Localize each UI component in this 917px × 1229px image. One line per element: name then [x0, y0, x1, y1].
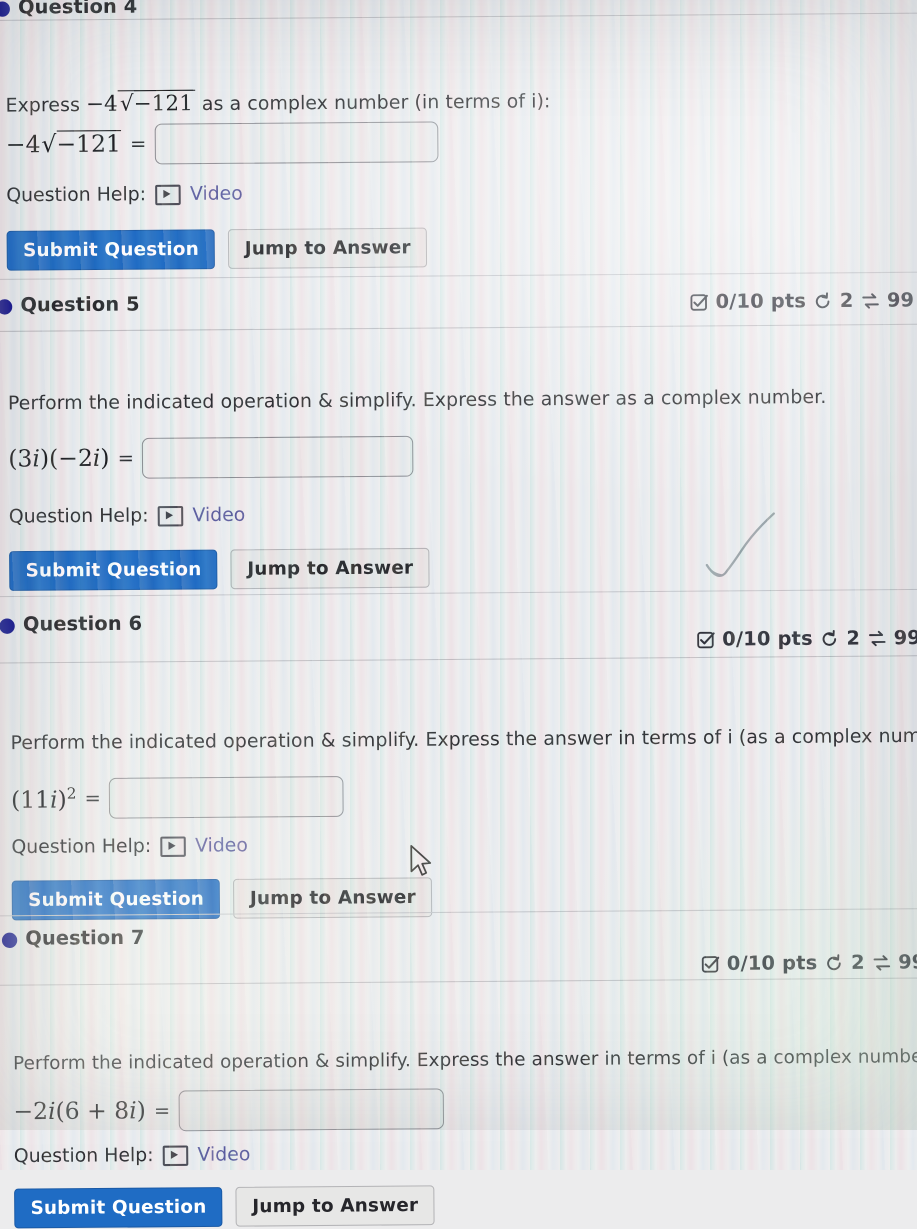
swap-arrows-icon [868, 630, 886, 646]
question-5-retries: 99 [886, 289, 914, 312]
video-play-icon[interactable] [162, 1144, 189, 1166]
question-7-equals: = [153, 1099, 171, 1123]
checkbox-check-icon [689, 293, 708, 311]
question-bullet-icon [0, 618, 15, 634]
question-4-video-link[interactable]: Video [190, 183, 243, 205]
question-block-4: Question 4 Express −4√−121 as a complex … [0, 0, 917, 273]
mouse-cursor-arrow [410, 845, 432, 876]
question-4-submit-button[interactable]: Submit Question [6, 229, 216, 271]
question-7-button-row: Submit Question Jump to Answer [14, 1185, 435, 1229]
question-5-equation-row: (3i)(−2i) = [8, 435, 414, 480]
question-6-status-badge: 0/10 pts 2 99 [696, 626, 917, 651]
question-5-status-badge: 0/10 pts 2 99 [689, 289, 917, 313]
question-4-equation-row: −4√−121 = [5, 121, 439, 165]
question-7-attempts: 2 [850, 951, 865, 975]
question-7-status-badge: 0/10 pts 2 99 [700, 951, 917, 975]
question-4-expression: −4√−121 [5, 130, 121, 159]
question-7-answer-input[interactable] [178, 1088, 444, 1132]
question-7-help-label: Question Help: [13, 1144, 154, 1168]
question-6-header: Question 6 0/10 pts 2 99 [0, 602, 917, 651]
question-5-header: Question 5 0/10 pts 2 99 [0, 283, 917, 329]
question-7-equation-row: −2i(6 + 8i) = [13, 1088, 444, 1132]
checkbox-check-icon [701, 955, 719, 973]
swap-arrows-icon [873, 954, 890, 971]
swap-arrows-icon [861, 292, 879, 309]
question-5-jump-button[interactable]: Jump to Answer [230, 547, 430, 590]
question-7-header: Question 7 0/10 pts 2 99 [0, 916, 917, 975]
question-6-answer-input[interactable] [108, 776, 344, 819]
question-5-help-label: Question Help: [8, 505, 149, 528]
question-separator-4-5 [0, 271, 917, 281]
circular-arrow-icon [827, 953, 842, 970]
question-6-help-row: Question Help: Video [11, 835, 248, 858]
question-5-prompt: Perform the indicated operation & simpli… [7, 386, 827, 415]
question-4-inline-math: −4√−121 [86, 89, 202, 116]
question-5-points: 0/10 pts [715, 289, 807, 314]
question-bullet-icon [1, 932, 18, 949]
question-6-equals: = [84, 787, 101, 810]
question-6-points: 0/10 pts [722, 627, 813, 651]
video-play-icon[interactable] [160, 835, 186, 857]
question-7-expression: −2i(6 + 8i) [13, 1097, 146, 1126]
question-5-help-row: Question Help: Video [9, 504, 246, 527]
question-6-title: Question 6 [22, 612, 143, 636]
circular-arrow-icon [822, 629, 837, 646]
handwritten-pen-mark [705, 512, 775, 577]
question-7-jump-button[interactable]: Jump to Answer [235, 1185, 435, 1227]
question-6-prompt: Perform the indicated operation & simpli… [10, 725, 917, 755]
question-5-equals: = [117, 447, 134, 470]
question-4-help-label: Question Help: [6, 183, 147, 207]
assignment-page: Question 4 Express −4√−121 as a complex … [0, 0, 917, 1229]
question-7-header-rule [0, 977, 917, 986]
question-block-6: Question 6 0/10 pts 2 99 Perform the ind… [0, 602, 917, 921]
question-5-video-link[interactable]: Video [192, 504, 245, 526]
question-4-help-row: Question Help: Video [6, 183, 243, 206]
question-5-attempts: 2 [839, 289, 854, 313]
question-bullet-icon [0, 299, 13, 315]
question-5-submit-button[interactable]: Submit Question [9, 549, 218, 591]
question-7-title: Question 7 [25, 926, 145, 950]
question-6-video-link[interactable]: Video [195, 835, 248, 857]
question-7-retries: 99 [898, 950, 917, 974]
question-5-answer-input[interactable] [141, 435, 414, 479]
question-4-prompt: Express −4√−121 as a complex number (in … [5, 88, 551, 119]
question-bullet-icon [0, 1, 10, 17]
video-play-icon[interactable] [155, 184, 181, 205]
question-4-answer-input[interactable] [154, 121, 439, 165]
question-7-help-row: Question Help: Video [14, 1144, 251, 1167]
circular-arrow-icon [816, 291, 830, 308]
question-5-title: Question 5 [20, 293, 140, 317]
question-4-button-row: Submit Question Jump to Answer [6, 227, 428, 271]
question-4-jump-button[interactable]: Jump to Answer [228, 227, 428, 269]
question-5-expression: (3i)(−2i) [8, 445, 110, 473]
question-block-7: Question 7 0/10 pts 2 99 Perform the ind… [0, 916, 917, 1229]
question-6-help-label: Question Help: [11, 835, 152, 859]
question-5-button-row: Submit Question Jump to Answer [9, 547, 430, 591]
question-6-equation-row: (11i)2 = [11, 776, 344, 819]
question-6-retries: 99 [893, 626, 917, 650]
checkbox-check-icon [696, 631, 715, 648]
question-6-header-rule [0, 655, 917, 664]
question-6-attempts: 2 [846, 627, 861, 650]
question-7-submit-button[interactable]: Submit Question [14, 1187, 223, 1229]
question-7-points: 0/10 pts [726, 951, 818, 975]
question-4-prompt-lead: Express [5, 94, 81, 117]
video-play-icon[interactable] [157, 505, 184, 527]
question-4-prompt-tail: as a complex number (in terms of i): [201, 90, 551, 116]
question-7-video-link[interactable]: Video [197, 1144, 250, 1166]
question-4-title: Question 4 [17, 0, 138, 19]
question-7-prompt: Perform the indicated operation & simpli… [13, 1045, 917, 1075]
question-6-expression: (11i)2 [10, 783, 77, 814]
question-4-equals: = [129, 132, 147, 156]
